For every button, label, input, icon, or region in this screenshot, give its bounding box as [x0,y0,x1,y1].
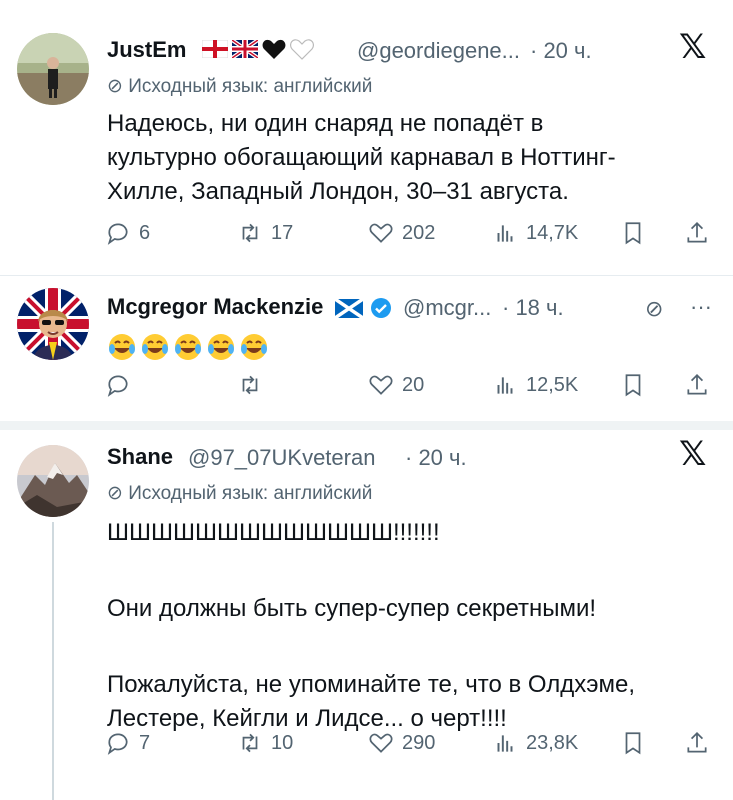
black-heart-icon [262,39,286,59]
author-handle[interactable]: @geordiegene... [357,38,520,64]
x-logo-icon[interactable]: 𝕏 [679,27,706,67]
views-icon [497,225,513,242]
england-flag-icon [202,40,228,58]
uk-flag-icon [232,40,258,58]
translation-note[interactable]: ⊘ Исходный язык: английский [107,482,372,505]
thread-line [52,522,54,800]
translate-icon: ⊘ [107,483,129,504]
share-icon [687,732,707,753]
retweet-icon [242,733,258,753]
translation-note[interactable]: ⊘ Исходный язык: английский [107,75,372,98]
like-button[interactable]: 202 [368,220,435,246]
like-button[interactable]: 290 [368,730,435,756]
laughing-tears-emoji-icon [208,334,234,360]
laughing-tears-emoji-icon [175,334,201,360]
laughing-tears-emoji-icon [109,334,135,360]
share-icon [687,222,707,243]
bookmark-button[interactable] [620,220,654,246]
reply-button[interactable]: 6 [105,220,150,246]
views-icon [497,735,513,752]
x-logo-icon[interactable]: 𝕏 [679,434,706,474]
grok-icon[interactable]: ⊘ [645,296,663,322]
heart-icon [369,223,393,243]
section-divider [0,421,733,430]
verified-badge-icon [371,298,391,318]
reply-button[interactable]: 7 [105,730,150,756]
text-line: ШШШШШШШШШШШШШ!!!!!!! [107,519,440,546]
author-name[interactable]: Mcgregor Mackenzie [107,294,323,320]
like-button[interactable]: 20 [368,372,424,398]
tweet-text: ШШШШШШШШШШШШШ!!!!!!! Они должны быть суп… [107,516,717,736]
bookmark-icon [625,222,641,245]
bookmark-icon [625,732,641,755]
reply-icon [107,733,128,755]
author-handle[interactable]: @mcgr... [403,295,491,321]
text-line: Они должны быть супер-супер секретными! [107,595,597,622]
avatar[interactable] [17,288,89,360]
text-line [107,626,717,660]
author-handle[interactable]: @97_07UKveteran [188,445,375,471]
name-badges [335,296,393,320]
retweet-button[interactable] [237,372,271,398]
post-time[interactable]: · 20 ч. [405,445,467,471]
scotland-flag-icon [335,298,363,318]
laughing-tears-emoji-icon [241,334,267,360]
text-line: Надеюсь, ни один снаряд не попадёт в [107,110,544,137]
heart-icon [369,733,393,753]
emoji-row [107,332,272,362]
text-line [107,550,717,584]
views-icon [497,377,513,394]
tweet-1[interactable]: JustEm @geordiegene... · 20 ч. 𝕏 ⊘ Исход… [0,0,733,280]
bookmark-icon [625,374,641,397]
retweet-icon [242,375,258,395]
reply-icon [107,375,128,397]
heart-icon [369,375,393,395]
translate-icon: ⊘ [107,76,129,97]
share-button[interactable] [684,730,718,756]
author-name[interactable]: JustEm [107,37,186,63]
bookmark-button[interactable] [620,730,654,756]
retweet-icon [242,223,258,243]
tweet-3[interactable]: Shane @97_07UKveteran · 20 ч. 𝕏 ⊘ Исходн… [0,430,733,800]
avatar[interactable] [17,445,89,517]
retweet-button[interactable]: 10 [237,730,293,756]
author-name[interactable]: Shane [107,444,173,470]
avatar[interactable] [17,33,89,105]
reply-button[interactable] [105,372,139,398]
tweet-2[interactable]: Mcgregor Mackenzie @mcgr... · 18 ч. ⊘ ··… [0,276,733,421]
text-line: культурно обогащающий карнавал в Ноттинг… [107,144,616,171]
reply-icon [107,223,128,245]
text-line: Хилле, Западный Лондон, 30–31 августа. [107,178,569,205]
views-button[interactable]: 14,7K [492,220,578,246]
more-options-button[interactable]: ··· [690,294,712,320]
share-button[interactable] [684,372,718,398]
laughing-tears-emoji-icon [142,334,168,360]
white-heart-icon [290,39,314,60]
views-button[interactable]: 23,8K [492,730,578,756]
share-button[interactable] [684,220,718,246]
post-time[interactable]: · 20 ч. [530,38,592,64]
retweet-button[interactable]: 17 [237,220,293,246]
flag-badges [202,38,314,60]
post-time[interactable]: · 18 ч. [502,295,564,321]
views-button[interactable]: 12,5K [492,372,578,398]
bookmark-button[interactable] [620,372,654,398]
share-icon [687,374,707,395]
tweet-text: Надеюсь, ни один снаряд не попадёт в кул… [107,107,717,209]
text-line: Пожалуйста, не упоминайте те, что в Олдх… [107,671,636,698]
